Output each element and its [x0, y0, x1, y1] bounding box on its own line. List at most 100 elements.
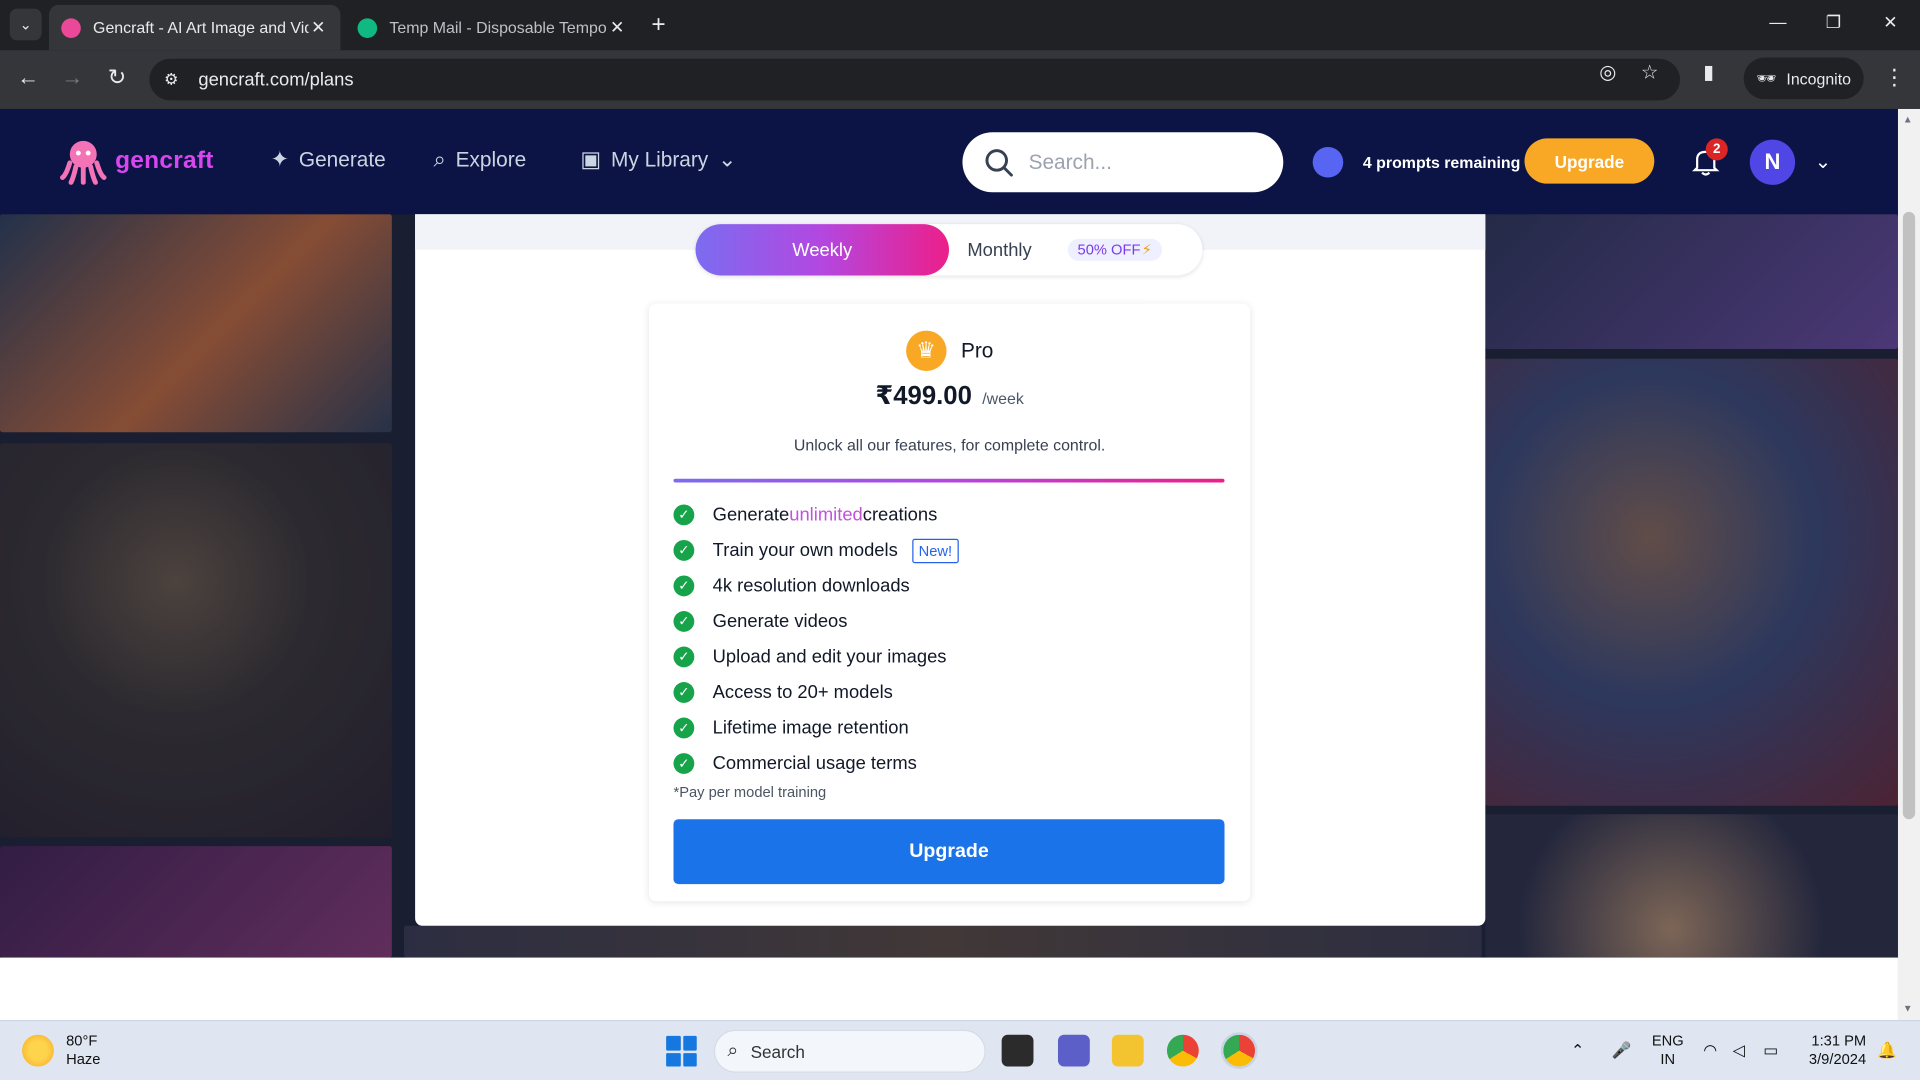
weather-desc: Haze [66, 1050, 101, 1068]
close-window-icon[interactable]: ✕ [1883, 12, 1897, 33]
taskbar-search-label: Search [750, 1041, 805, 1062]
image-icon: ▣ [580, 146, 602, 172]
bookmark-star-icon[interactable]: ☆ [1641, 60, 1659, 84]
tab-title: Temp Mail - Disposable Temporary [389, 18, 607, 37]
feature-item: ✓ Upload and edit your images [673, 639, 1224, 675]
tab-search-button[interactable]: ⌄ [9, 8, 42, 41]
windows-start-icon[interactable] [666, 1035, 697, 1067]
reload-icon[interactable]: ↻ [108, 65, 126, 91]
microphone-icon[interactable]: 🎤 [1611, 1041, 1631, 1061]
chat-icon[interactable] [1057, 1034, 1090, 1067]
sun-haze-icon [22, 1034, 54, 1067]
new-badge: New! [912, 538, 959, 563]
chevron-down-icon[interactable]: ⌄ [1815, 149, 1831, 173]
feature-text: Train your own models [712, 540, 898, 561]
minimize-icon[interactable]: — [1769, 12, 1786, 32]
scroll-up-icon[interactable]: ▲ [1903, 114, 1913, 125]
temp-mail-favicon-icon [357, 17, 378, 38]
system-clock[interactable]: 1:31 PM 3/9/2024 [1800, 1032, 1866, 1069]
feature-item: ✓ Commercial usage terms [673, 746, 1224, 782]
tray-chevron-up-icon[interactable]: ⌃ [1571, 1041, 1584, 1061]
taskbar-search[interactable]: ⌕ Search [713, 1029, 986, 1073]
clock-date: 3/9/2024 [1808, 1050, 1867, 1068]
avatar[interactable]: N [1749, 139, 1796, 185]
side-panel-icon[interactable]: ▮ [1703, 60, 1714, 84]
feature-item: ✓ Train your own models New! [673, 533, 1224, 569]
weather-temp: 80°F [66, 1032, 98, 1050]
page-footer-area [0, 957, 1898, 1021]
feature-text: Generate [712, 504, 790, 526]
page-scrollbar[interactable]: ▲ ▼ [1897, 108, 1920, 1021]
search-icon: ⌕ [727, 1040, 739, 1062]
logo-text: gencraft [115, 146, 214, 174]
search-icon [985, 148, 1013, 176]
language-indicator[interactable]: ENG IN [1652, 1032, 1684, 1069]
eye-off-icon[interactable]: ◎ [1599, 60, 1616, 84]
nav-explore-label: Explore [455, 147, 527, 171]
notification-badge: 2 [1705, 138, 1728, 161]
lang-region: IN [1660, 1050, 1676, 1068]
billing-period-toggle: Weekly Monthly 50% OFF ⚡ [695, 224, 1203, 276]
new-tab-button[interactable]: + [651, 11, 665, 39]
back-icon[interactable]: ← [17, 65, 39, 91]
upgrade-button[interactable]: Upgrade [673, 819, 1225, 885]
feature-item: ✓ Access to 20+ models [673, 675, 1224, 711]
chrome-icon[interactable] [1166, 1034, 1199, 1067]
feature-text: Commercial usage terms [712, 753, 917, 774]
check-icon: ✓ [673, 717, 695, 739]
incognito-indicator[interactable]: 🕶 Incognito [1743, 57, 1864, 100]
feature-item: ✓ Generate unlimited creations [673, 497, 1224, 533]
plan-header: ♛ Pro [649, 330, 1250, 372]
feature-text-suffix: creations [862, 504, 938, 526]
discord-icon[interactable] [1312, 146, 1344, 178]
notification-center-icon[interactable]: 🔔 [1877, 1041, 1897, 1061]
battery-icon[interactable]: ▭ [1763, 1041, 1778, 1061]
plan-footnote: *Pay per model training [673, 783, 827, 801]
browser-toolbar: ← → ↻ ⚙ gencraft.com/plans ◎ ☆ ▮ 🕶 Incog… [0, 50, 1920, 109]
restore-icon[interactable]: ❐ [1826, 12, 1841, 33]
nav-explore[interactable]: ⌕ Explore [433, 147, 526, 173]
site-search-input[interactable] [1028, 150, 1262, 175]
gencraft-favicon-icon [61, 17, 81, 38]
weekly-toggle-option[interactable]: Weekly [695, 224, 949, 276]
crown-icon: ♛ [905, 330, 947, 372]
incognito-icon: 🕶 [1756, 68, 1777, 87]
close-tab-icon[interactable]: ✕ [607, 17, 627, 38]
nav-my-library[interactable]: ▣ My Library ⌄ [580, 147, 736, 173]
check-icon: ✓ [673, 611, 695, 632]
close-tab-icon[interactable]: ✕ [309, 17, 329, 38]
discount-badge: 50% OFF ⚡ [1067, 238, 1162, 261]
nav-generate[interactable]: ✦ Generate [271, 147, 386, 173]
wifi-icon[interactable]: ◠ [1703, 1041, 1717, 1061]
monthly-toggle-option[interactable]: Monthly [967, 224, 1031, 275]
plan-tagline: Unlock all our features, for complete co… [793, 435, 1106, 455]
browser-menu-icon[interactable]: ⋮ [1883, 65, 1905, 91]
header-upgrade-button[interactable]: Upgrade [1524, 138, 1655, 184]
feature-item: ✓ 4k resolution downloads [673, 568, 1224, 604]
site-search-bar[interactable] [962, 132, 1284, 193]
check-icon: ✓ [673, 682, 695, 703]
chevron-down-icon: ⌄ [718, 146, 737, 172]
feature-text: Access to 20+ models [712, 682, 893, 703]
task-view-icon[interactable] [1001, 1034, 1034, 1067]
scrollbar-thumb[interactable] [1902, 211, 1916, 820]
incognito-label: Incognito [1786, 69, 1852, 88]
site-info-icon[interactable]: ⚙ [164, 70, 184, 90]
feature-text: Generate videos [712, 611, 848, 632]
address-bar[interactable]: ⚙ gencraft.com/plans [149, 58, 1681, 101]
feature-list: ✓ Generate unlimited creations ✓ Train y… [673, 497, 1224, 781]
prompts-remaining: 4 prompts remaining [1362, 153, 1521, 172]
forward-icon[interactable]: → [61, 65, 83, 91]
tab-gencraft[interactable]: Gencraft - AI Art Image and Video ✕ [48, 4, 341, 51]
octopus-logo-icon [60, 140, 107, 185]
volume-icon[interactable]: ◁ [1733, 1041, 1745, 1061]
plan-price: ₹499.00 [875, 382, 972, 411]
nav-library-label: My Library [611, 147, 709, 171]
gencraft-logo[interactable]: gencraft [59, 136, 214, 185]
chrome-incognito-icon[interactable] [1220, 1032, 1258, 1069]
scroll-down-icon[interactable]: ▼ [1903, 1003, 1913, 1014]
tab-temp-mail[interactable]: Temp Mail - Disposable Temporary ✕ [345, 5, 639, 50]
file-explorer-icon[interactable] [1111, 1034, 1144, 1067]
weather-widget[interactable]: 80°F Haze [22, 1032, 100, 1069]
feature-highlight: unlimited [789, 504, 863, 526]
